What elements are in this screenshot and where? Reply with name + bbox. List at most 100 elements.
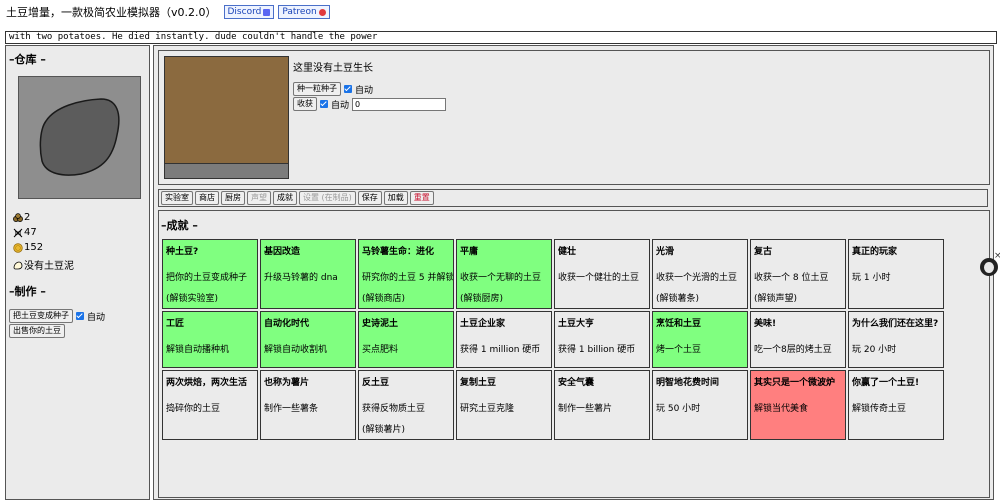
achievement-card: 其实只是一个微波炉 解锁当代美食 xyxy=(750,370,846,440)
achievement-desc: 玩 50 小时 xyxy=(656,404,701,414)
achievement-desc: 烤一个土豆 xyxy=(656,345,702,355)
achievement-title: 工匠 xyxy=(166,319,185,329)
achievement-title: 史诗泥土 xyxy=(362,319,399,329)
tab-bar: 实验室 商店 厨房 声望 成就 设置 (在制品) 保存 加载 重置 xyxy=(158,189,988,207)
plant-auto-checkbox[interactable] xyxy=(344,85,352,93)
achievement-card: 基因改造升级马铃薯的 dna xyxy=(260,239,356,309)
achievement-desc: 解锁传奇土豆 xyxy=(852,404,907,414)
achievement-title: 反土豆 xyxy=(362,378,390,388)
achievement-desc: 升级马铃薯的 dna xyxy=(264,273,338,283)
patreon-link[interactable]: Patreon xyxy=(278,5,330,19)
load-button[interactable]: 加载 xyxy=(383,191,408,205)
achievement-title: 光滑 xyxy=(656,247,675,257)
resource-coins: 152 xyxy=(13,242,43,253)
tab-settings[interactable]: 设置 (在制品) xyxy=(299,191,356,205)
achievement-desc: 解锁当代美食 xyxy=(754,404,809,414)
harvest-auto-label: 自动 xyxy=(331,100,350,111)
right-panel: 这里没有土豆生长 种一粒种子 自动 收获 自动 0 实验室 商店 厨房 声望 成… xyxy=(153,45,994,500)
ground-strip xyxy=(165,163,288,178)
achievement-card: 种土豆? 把你的土豆变成种子 (解锁实验室) xyxy=(162,239,258,309)
resource-mashed: 没有土豆泥 xyxy=(13,257,74,272)
farm-field[interactable] xyxy=(164,56,289,179)
achievement-title: 平庸 xyxy=(460,247,479,257)
achievement-card: 烹饪和土豆 烤一个土豆 xyxy=(652,311,748,368)
achievement-card: 两次烘焙，两次生活 捣碎你的土豆 xyxy=(162,370,258,440)
tab-shop[interactable]: 商店 xyxy=(195,191,219,205)
make-seed-button[interactable]: 把土豆变成种子 xyxy=(9,309,73,323)
plant-auto-label: 自动 xyxy=(355,85,374,96)
achievement-desc: 收获一个光滑的土豆 xyxy=(656,273,738,283)
achievement-card: 也称为薯片制作一些薯条 xyxy=(260,370,356,440)
achievement-card: 复制土豆研究土豆克隆 xyxy=(456,370,552,440)
achievement-desc: 获得反物质土豆 xyxy=(362,404,426,414)
resource-soil: 2 xyxy=(13,212,30,223)
achievements-panel: –成就 – 种土豆? 把你的土豆变成种子 (解锁实验室) 基因改造升级马铃薯的 dna… xyxy=(158,210,990,498)
dna-icon xyxy=(13,228,23,237)
discord-link[interactable]: Discord xyxy=(223,5,275,19)
achievement-card: 为什么我们还在这里? 玩 20 小时 xyxy=(848,311,944,368)
achievement-desc: 制作一些薯条 xyxy=(264,404,319,414)
farm-panel: 这里没有土豆生长 种一粒种子 自动 收获 自动 0 xyxy=(158,50,990,185)
face-icon xyxy=(984,262,994,273)
close-icon[interactable]: × xyxy=(994,251,1000,261)
achievement-title: 基因改造 xyxy=(264,247,301,257)
dna-count: 47 xyxy=(24,227,37,238)
achievement-title: 复古 xyxy=(754,247,773,257)
achievement-unlock: (解锁实验室) xyxy=(166,294,219,304)
plant-seed-button[interactable]: 种一粒种子 xyxy=(293,82,341,96)
achievement-desc: 获得 1 billion 硬币 xyxy=(558,345,636,355)
achievement-desc: 研究你的土豆 5 并解锁 层级 2 xyxy=(362,273,454,283)
storage-heading: –仓库 – xyxy=(9,53,46,66)
tab-kitchen[interactable]: 厨房 xyxy=(221,191,245,205)
reset-button[interactable]: 重置 xyxy=(409,191,434,205)
achievement-title: 健壮 xyxy=(558,247,577,257)
harvest-row: 收获 自动 0 xyxy=(293,97,447,111)
achievement-card: 光滑 收获一个光滑的土豆 (解锁薯条) xyxy=(652,239,748,309)
achievement-unlock: (解锁商店) xyxy=(362,294,406,304)
achievement-title: 土豆企业家 xyxy=(460,319,506,329)
achievement-card: 平庸 收获一个无聊的土豆 (解锁厨房) xyxy=(456,239,552,309)
achievement-title: 土豆大亨 xyxy=(558,319,595,329)
plant-row: 种一粒种子 自动 xyxy=(293,82,373,96)
achievement-desc: 收获一个健壮的土豆 xyxy=(558,273,640,283)
achievement-unlock: (解锁声望) xyxy=(754,294,798,304)
tab-lab[interactable]: 实验室 xyxy=(161,191,193,205)
patreon-label: Patreon xyxy=(282,7,317,17)
achievement-card: 复古收获一个 8 位土豆 (解锁声望) xyxy=(750,239,846,309)
achievement-card: 反土豆 获得反物质土豆 (解锁薯片) xyxy=(358,370,454,440)
coin-icon xyxy=(13,242,23,253)
harvest-button[interactable]: 收获 xyxy=(293,97,317,111)
achievement-desc: 制作一些薯片 xyxy=(558,404,613,414)
seed-row: 把土豆变成种子 自动 xyxy=(9,309,105,323)
farm-status: 这里没有土豆生长 xyxy=(293,63,373,74)
achievement-title: 也称为薯片 xyxy=(264,378,310,388)
potato-display[interactable] xyxy=(18,76,141,199)
achievement-desc: 研究土豆克隆 xyxy=(460,404,515,414)
potato-icon xyxy=(39,98,120,176)
make-heading: –制作 – xyxy=(9,285,46,298)
achievement-title: 两次烘焙，两次生活 xyxy=(166,378,248,388)
achievement-title: 种土豆? xyxy=(166,247,199,257)
achievement-title: 自动化时代 xyxy=(264,319,310,329)
patreon-icon xyxy=(318,8,326,16)
achievements-grid: 种土豆? 把你的土豆变成种子 (解锁实验室) 基因改造 升级马铃薯的 dna 马铃薯生命：… xyxy=(162,239,944,440)
coin-count: 152 xyxy=(24,242,44,253)
tab-achievements[interactable]: 成就 xyxy=(273,191,297,205)
achievement-desc: 玩 1 小时 xyxy=(852,273,891,283)
achievement-card: 明智地花费时间玩 50 小时 xyxy=(652,370,748,440)
achievement-card: 马铃薯生命：进化研究你的土豆 5 并解锁 层级 2 (解锁商店) xyxy=(358,239,454,309)
harvest-input[interactable]: 0 xyxy=(352,97,447,111)
achievements-heading: –成就 – xyxy=(161,219,198,232)
achievement-desc: 把你的土豆变成种子 xyxy=(166,273,248,283)
save-button[interactable]: 保存 xyxy=(357,191,382,205)
achievement-title: 复制土豆 xyxy=(460,378,497,388)
achievement-card: 土豆大亨获得 1 billion 硬币 xyxy=(554,311,650,368)
harvest-auto-checkbox[interactable] xyxy=(320,100,328,108)
sell-potato-button[interactable]: 出售你的土豆 xyxy=(9,324,65,338)
achievement-desc: 解锁自动收割机 xyxy=(264,345,328,355)
seed-auto-label: 自动 xyxy=(87,312,106,323)
seed-auto-checkbox[interactable] xyxy=(76,312,84,320)
tab-prestige[interactable]: 声望 xyxy=(247,191,271,205)
achievement-desc: 收获一个 8 位土豆 xyxy=(754,273,829,283)
achievement-card: 土豆企业家 获得 1 million 硬币 xyxy=(456,311,552,368)
